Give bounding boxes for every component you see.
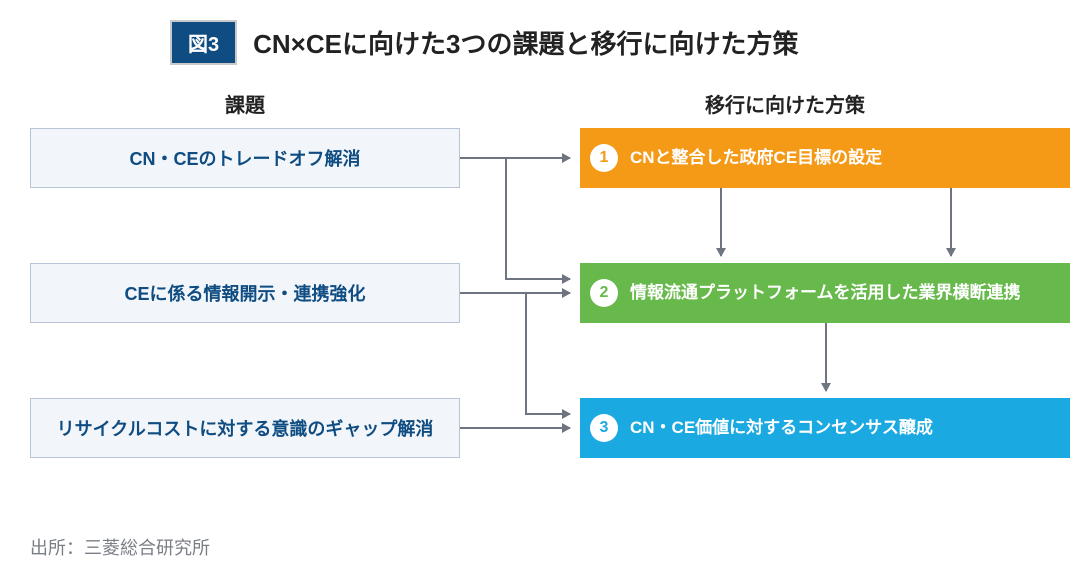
measure-number-icon: 3: [590, 414, 618, 442]
issue-box-1: CN・CEのトレードオフ解消: [30, 128, 460, 188]
measures-column-header: 移行に向けた方策: [460, 89, 1050, 118]
measure-label: CNと整合した政府CE目標の設定: [630, 147, 882, 170]
measure-number-icon: 1: [590, 144, 618, 172]
arrow-measure1-to-measure2-right: [950, 188, 952, 256]
diagram-title: CN×CEに向けた3つの課題と移行に向けた方策: [253, 24, 798, 61]
measure-label: 情報流通プラットフォームを活用した業界横断連携: [630, 282, 1021, 305]
measure-box-3: 3 CN・CE価値に対するコンセンサス醸成: [580, 398, 1070, 458]
measure-number-icon: 2: [590, 279, 618, 307]
issue-label: リサイクルコストに対する意識のギャップ解消: [57, 415, 434, 441]
column-headers: 課題 移行に向けた方策: [30, 89, 1050, 118]
diagram-body: CN・CEのトレードオフ解消 CEに係る情報開示・連携強化 リサイクルコストに対…: [30, 128, 1050, 518]
issue-box-2: CEに係る情報開示・連携強化: [30, 263, 460, 323]
source-citation: 出所：三菱総合研究所: [30, 534, 210, 560]
arrow-measure1-to-measure2-left: [720, 188, 722, 256]
arrow-issue1-to-measure2-horiz: [505, 278, 570, 280]
arrow-issue1-to-measure1: [460, 157, 570, 159]
measure-label: CN・CE価値に対するコンセンサス醸成: [630, 417, 933, 440]
issues-column-header: 課題: [30, 89, 460, 118]
arrow-measure2-to-measure3: [825, 323, 827, 391]
issue-box-3: リサイクルコストに対する意識のギャップ解消: [30, 398, 460, 458]
arrow-issue2-to-measure3-vert: [525, 294, 527, 414]
diagram-header: 図3 CN×CEに向けた3つの課題と移行に向けた方策: [30, 20, 1050, 65]
issue-label: CEに係る情報開示・連携強化: [124, 280, 365, 306]
arrow-issue3-to-measure3: [460, 427, 570, 429]
arrow-issue2-to-measure2: [460, 292, 570, 294]
measure-box-2: 2 情報流通プラットフォームを活用した業界横断連携: [580, 263, 1070, 323]
arrow-issue1-to-measure2-vert: [505, 159, 507, 279]
figure-badge: 図3: [170, 20, 237, 65]
arrow-issue2-to-measure3-horiz: [525, 413, 570, 415]
issue-label: CN・CEのトレードオフ解消: [129, 145, 360, 171]
measure-box-1: 1 CNと整合した政府CE目標の設定: [580, 128, 1070, 188]
